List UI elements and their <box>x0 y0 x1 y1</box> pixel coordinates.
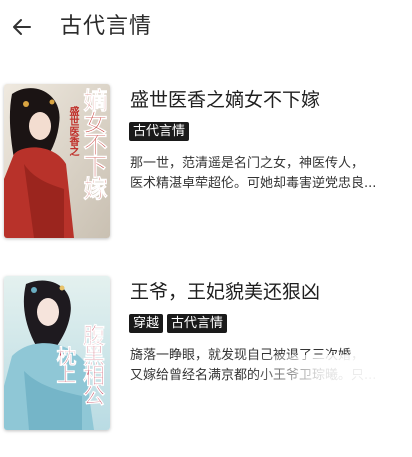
synopsis-line: 那一世，范清遥是名门之女，神医传人， <box>130 156 365 171</box>
book-title[interactable]: 盛世医香之嫡女不下嫁 <box>130 87 320 113</box>
page-title: 古代言情 <box>60 14 153 39</box>
genre-tag[interactable]: 穿越 <box>129 314 164 333</box>
cover-subtitle-text: 盛世医香之 <box>67 106 78 156</box>
synopsis-line: 旖落一睁眼，就发现自己被退了三次婚， <box>130 348 365 363</box>
tag-list: 穿越 古代言情 <box>129 314 228 333</box>
cover-title-text-secondary: 枕上 <box>53 346 78 383</box>
back-button[interactable] <box>4 9 40 45</box>
genre-tag[interactable]: 古代言情 <box>167 314 228 333</box>
book-title[interactable]: 王爷，王妃貌美还狠凶 <box>130 279 320 305</box>
genre-tag[interactable]: 古代言情 <box>129 122 190 141</box>
book-synopsis: 旖落一睁眼，就发现自己被退了三次婚， 又嫁给曾经名满京都的小王爷卫琮曦。只... <box>130 346 410 386</box>
cover-title-text: 腹黑相公 <box>79 324 106 405</box>
cover-title-text: 嫡女不下嫁 <box>79 88 109 199</box>
book-item[interactable]: 嫡女不下嫁 盛世医香之 盛世医香之嫡女不下嫁 古代言情 那一世，范清遥是名门之女… <box>0 80 412 265</box>
synopsis-line: 医术精湛卓荦超伦。可她却毒害逆党忠良... <box>130 176 377 191</box>
book-cover[interactable]: 腹黑相公 枕上 <box>4 276 110 430</box>
tag-list: 古代言情 <box>129 122 190 141</box>
arrow-left-icon <box>13 19 31 35</box>
top-app-bar: 古代言情 <box>0 0 412 58</box>
book-cover[interactable]: 嫡女不下嫁 盛世医香之 <box>4 84 110 238</box>
book-synopsis: 那一世，范清遥是名门之女，神医传人， 医术精湛卓荦超伦。可她却毒害逆党忠良... <box>130 154 410 194</box>
synopsis-line: 又嫁给曾经名满京都的小王爷卫琮曦。只... <box>130 368 377 383</box>
book-item[interactable]: 腹黑相公 枕上 王爷，王妃貌美还狠凶 穿越 古代言情 旖落一睁眼，就发现自己被退… <box>0 272 412 457</box>
